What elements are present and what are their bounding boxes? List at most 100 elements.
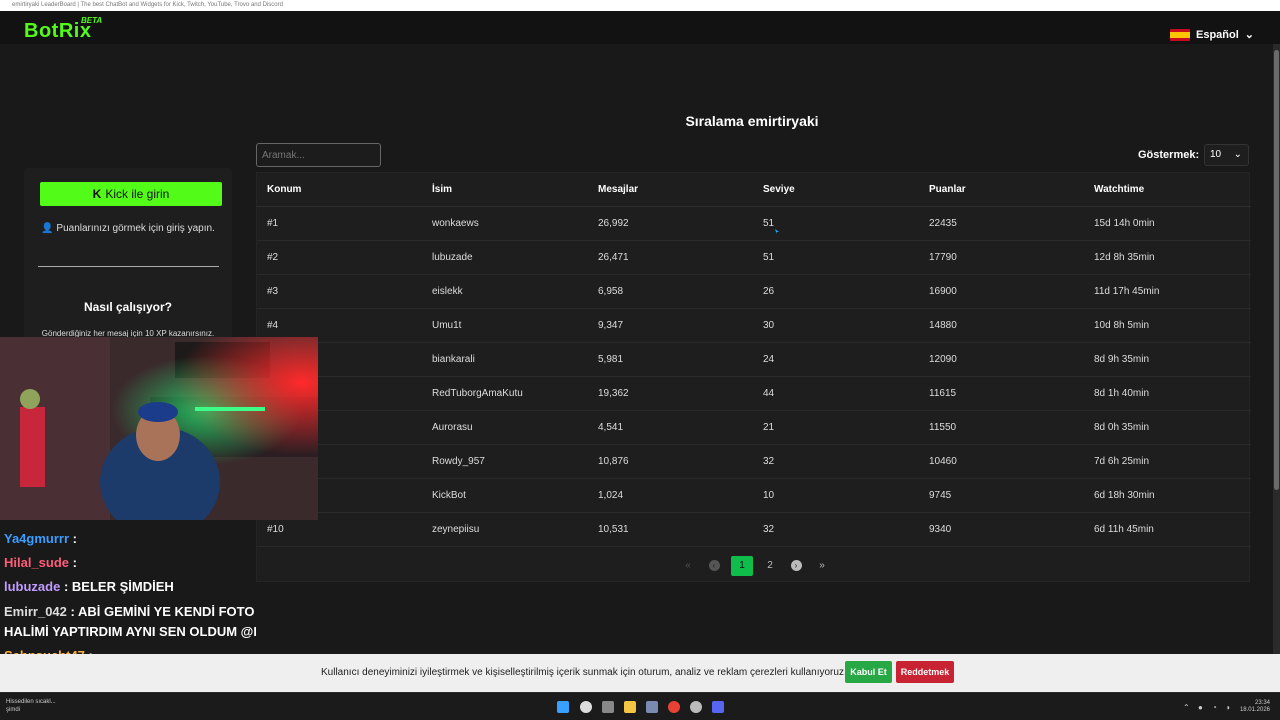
clock[interactable]: 23:34 18.01.2026 <box>1240 700 1270 714</box>
leaderboard-table: Konum İsim Mesajlar Seviye Puanlar Watch… <box>256 172 1251 582</box>
watchtime-cell: 8d 1h 40min <box>1094 388 1150 399</box>
mic-icon[interactable]: ● <box>1198 703 1203 712</box>
show-label: Göstermek: <box>1138 149 1200 161</box>
watchtime-cell: 10d 8h 5min <box>1094 320 1150 331</box>
prev-page-button[interactable]: ‹ <box>705 556 723 576</box>
watchtime-cell: 8d 9h 35min <box>1094 354 1150 365</box>
watchtime-cell: 11d 17h 45min <box>1094 286 1160 297</box>
column-header[interactable]: Konum <box>267 173 301 207</box>
column-header[interactable]: İsim <box>432 173 452 207</box>
column-header[interactable]: Puanlar <box>929 173 966 207</box>
chat-message: HALİMİ YAPTIRDIM AYNI SEN OLDUM @E <box>4 624 256 639</box>
chevron-down-icon: ⌄ <box>1233 149 1242 160</box>
messages-cell: 9,347 <box>598 320 624 331</box>
table-row: Rowdy_957 10,876 32 10460 7d 6h 25min <box>257 445 1251 479</box>
chat-message: Ya4gmurrr : <box>4 531 77 546</box>
top-navbar: BotRix BETA Español ⌄ <box>0 11 1280 44</box>
name-cell: Umu1t <box>432 320 462 331</box>
volume-icon[interactable]: ◗ <box>1226 703 1231 712</box>
next-page-button[interactable]: › <box>787 556 805 576</box>
table-row: Aurorasu 4,541 21 11550 8d 0h 35min <box>257 411 1251 445</box>
column-header[interactable]: Watchtime <box>1094 173 1144 207</box>
chat-message: lubuzade : BELER ŞİMDİEH <box>4 579 174 594</box>
chat-text: : BELER ŞİMDİEH <box>63 579 174 594</box>
messages-cell: 1,024 <box>598 490 624 501</box>
language-label: Español <box>1195 28 1239 41</box>
chevron-down-icon: ⌄ <box>1244 29 1254 41</box>
file-explorer-icon[interactable] <box>624 701 636 713</box>
chat-text: : <box>72 555 77 570</box>
chat-text: HALİMİ YAPTIRDIM AYNI SEN OLDUM @E <box>4 624 256 639</box>
points-cell: 14880 <box>929 320 957 331</box>
watchtime-cell: 8d 0h 35min <box>1094 422 1150 433</box>
rank-cell: #2 <box>267 252 279 263</box>
weather-widget[interactable]: Hissedilen sıcakl... şimdi <box>6 698 56 714</box>
app-icon[interactable] <box>646 701 658 713</box>
chrome-icon[interactable] <box>668 701 680 713</box>
tray-chevron-icon[interactable]: ⌃ <box>1183 703 1190 712</box>
column-header[interactable]: Mesajlar <box>598 173 638 207</box>
level-cell: 32 <box>763 524 775 535</box>
points-cell: 10460 <box>929 456 957 467</box>
start-icon[interactable] <box>557 701 569 713</box>
kick-login-button[interactable]: K Kick ile girin <box>40 182 222 206</box>
chat-username: Emirr_042 <box>4 604 67 619</box>
kick-icon: K <box>92 187 102 201</box>
reject-cookies-button[interactable]: Reddetmek <box>896 661 954 683</box>
column-header[interactable]: Seviye <box>763 173 795 207</box>
last-page-button[interactable]: » <box>813 556 831 576</box>
name-cell: lubuzade <box>432 252 473 263</box>
page-button-1[interactable]: 1 <box>731 556 753 576</box>
name-cell: wonkaews <box>432 218 479 229</box>
chat-username: lubuzade <box>4 579 61 594</box>
chat-username: Ya4gmurrr <box>4 531 70 546</box>
messages-cell: 5,981 <box>598 354 624 365</box>
first-page-button[interactable]: « <box>679 556 697 576</box>
wifi-icon[interactable]: ◔ <box>1212 703 1217 712</box>
obs-icon[interactable] <box>690 701 702 713</box>
window-title: emirtiryaki LeaderBoard | The best ChatB… <box>0 0 1280 11</box>
how-it-works-title: Nasıl çalışıyor? <box>83 300 173 314</box>
points-cell: 22435 <box>929 218 957 229</box>
points-cell: 9340 <box>929 524 952 535</box>
page-button-2[interactable]: 2 <box>761 556 779 576</box>
level-cell: 51 <box>763 252 775 263</box>
chevron-right-icon: › <box>790 560 802 571</box>
chat-message: Hilal_sude : <box>4 555 77 570</box>
table-row: #4 Umu1t 9,347 30 14880 10d 8h 5min <box>257 309 1251 343</box>
language-selector[interactable]: Español ⌄ <box>1169 28 1254 41</box>
messages-cell: 4,541 <box>598 422 624 433</box>
watchtime-cell: 12d 8h 35min <box>1094 252 1155 263</box>
page-size-select[interactable]: 10 ⌄ <box>1204 144 1249 166</box>
messages-cell: 10,876 <box>598 456 629 467</box>
weather-title: Hissedilen sıcakl... <box>6 699 56 705</box>
points-cell: 16900 <box>929 286 957 297</box>
search-input[interactable] <box>256 143 381 167</box>
level-cell: 44 <box>763 388 775 399</box>
level-cell: 24 <box>763 354 775 365</box>
cookie-banner: Kullanıcı deneyiminizi iyileştirmek ve k… <box>0 654 1280 692</box>
messages-cell: 26,992 <box>598 218 629 229</box>
search-icon[interactable] <box>580 701 592 713</box>
webcam-overlay <box>0 337 318 520</box>
divider <box>38 266 219 267</box>
watchtime-cell: 15d 14h 0min <box>1094 218 1155 229</box>
login-sidebar: K Kick ile girin 👤 Puanlarınızı görmek iç… <box>24 168 232 344</box>
rank-cell: #1 <box>267 218 279 229</box>
level-cell: 10 <box>763 490 775 501</box>
name-cell: eislekk <box>432 286 463 297</box>
task-view-icon[interactable] <box>602 701 614 713</box>
beta-badge: BETA <box>81 16 103 25</box>
table-row: #10 zeynepiisu 10,531 32 9340 6d 11h 45min <box>257 513 1251 547</box>
messages-cell: 26,471 <box>598 252 629 263</box>
clock-date: 18.01.2026 <box>1239 707 1270 713</box>
discord-icon[interactable] <box>712 701 724 713</box>
messages-cell: 6,958 <box>598 286 624 297</box>
level-cell: 32 <box>763 456 775 467</box>
messages-cell: 10,531 <box>598 524 629 535</box>
name-cell: zeynepiisu <box>432 524 480 535</box>
level-cell: 51 <box>763 218 775 229</box>
accept-cookies-button[interactable]: Kabul Et <box>845 661 892 683</box>
table-row: KickBot 1,024 10 9745 6d 18h 30min <box>257 479 1251 513</box>
name-cell: RedTuborgAmaKutu <box>432 388 523 399</box>
